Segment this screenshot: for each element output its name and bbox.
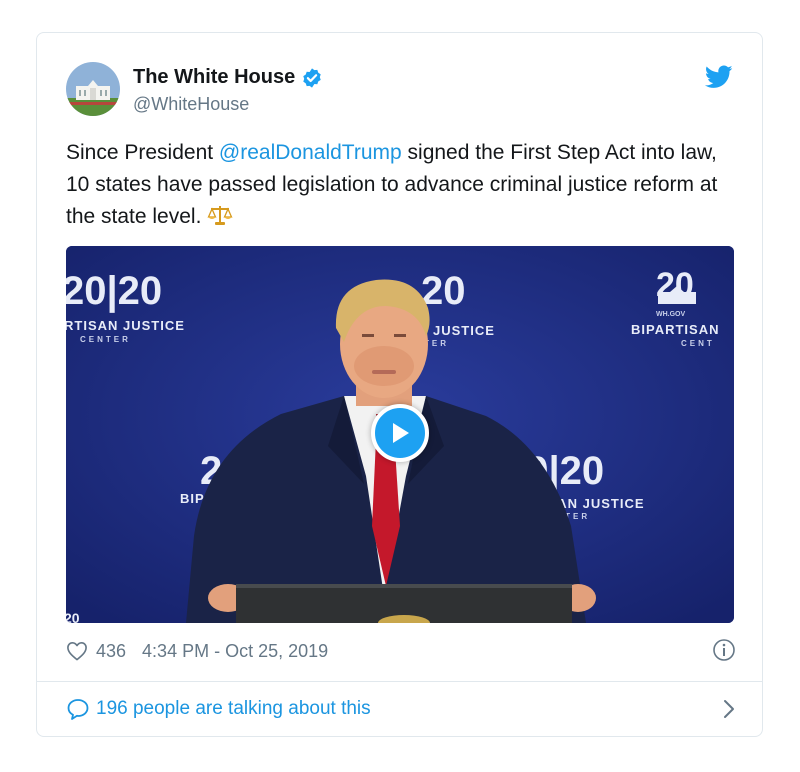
reply-bubble-icon [67,699,89,720]
timestamp[interactable]: 4:34 PM - Oct 25, 2019 [142,641,328,662]
backdrop-year-top-left: 20|20 [66,269,162,313]
tweet-text-before: Since President [66,141,219,164]
conversation-link[interactable]: 196 people are talking about this [66,696,736,722]
account-name-row[interactable]: The White House [133,66,323,89]
backdrop-label-top-left: RTISAN JUSTICE [66,318,185,333]
mention-link[interactable]: @realDonaldTrump [219,141,402,164]
backdrop-label-top-center: N JUSTICE [418,323,495,338]
play-button[interactable] [371,404,429,462]
chevron-right-icon[interactable] [722,698,736,720]
conversation-label[interactable]: 196 people are talking about this [96,698,371,720]
play-icon [393,423,409,443]
display-name[interactable]: The White House [133,66,295,89]
backdrop-label-mid-left: BIP [180,491,205,506]
tweet-card[interactable]: The White House @WhiteHouse Since Presid… [36,32,763,737]
twitter-bird-icon[interactable] [705,65,733,89]
tweet-text: Since President @realDonaldTrump signed … [66,137,726,233]
backdrop-year-top-center: 20 [421,269,466,313]
white-house-avatar-image [66,62,120,116]
info-icon[interactable] [712,638,736,662]
heart-icon[interactable] [66,641,88,661]
like-count[interactable]: 436 [96,641,126,662]
footer-divider [37,681,762,682]
account-handle[interactable]: @WhiteHouse [133,94,249,115]
backdrop-logo-top-right: WH.GOV [656,311,685,318]
backdrop-label-top-right: BIPARTISAN [631,322,719,337]
scales-icon [207,206,233,225]
backdrop-sub-top-right: CENT [681,339,715,348]
podium [236,584,572,623]
avatar[interactable] [66,62,120,116]
backdrop-sub-top-left: CENTER [80,335,131,344]
tweet-footer: 436 4:34 PM - Oct 25, 2019 [66,638,736,664]
video-player[interactable]: 20|20 RTISAN JUSTICE CENTER 20 N JUSTICE… [66,246,734,623]
verified-badge-icon [303,67,321,88]
backdrop-bottom-fragment: 20 [66,610,80,623]
